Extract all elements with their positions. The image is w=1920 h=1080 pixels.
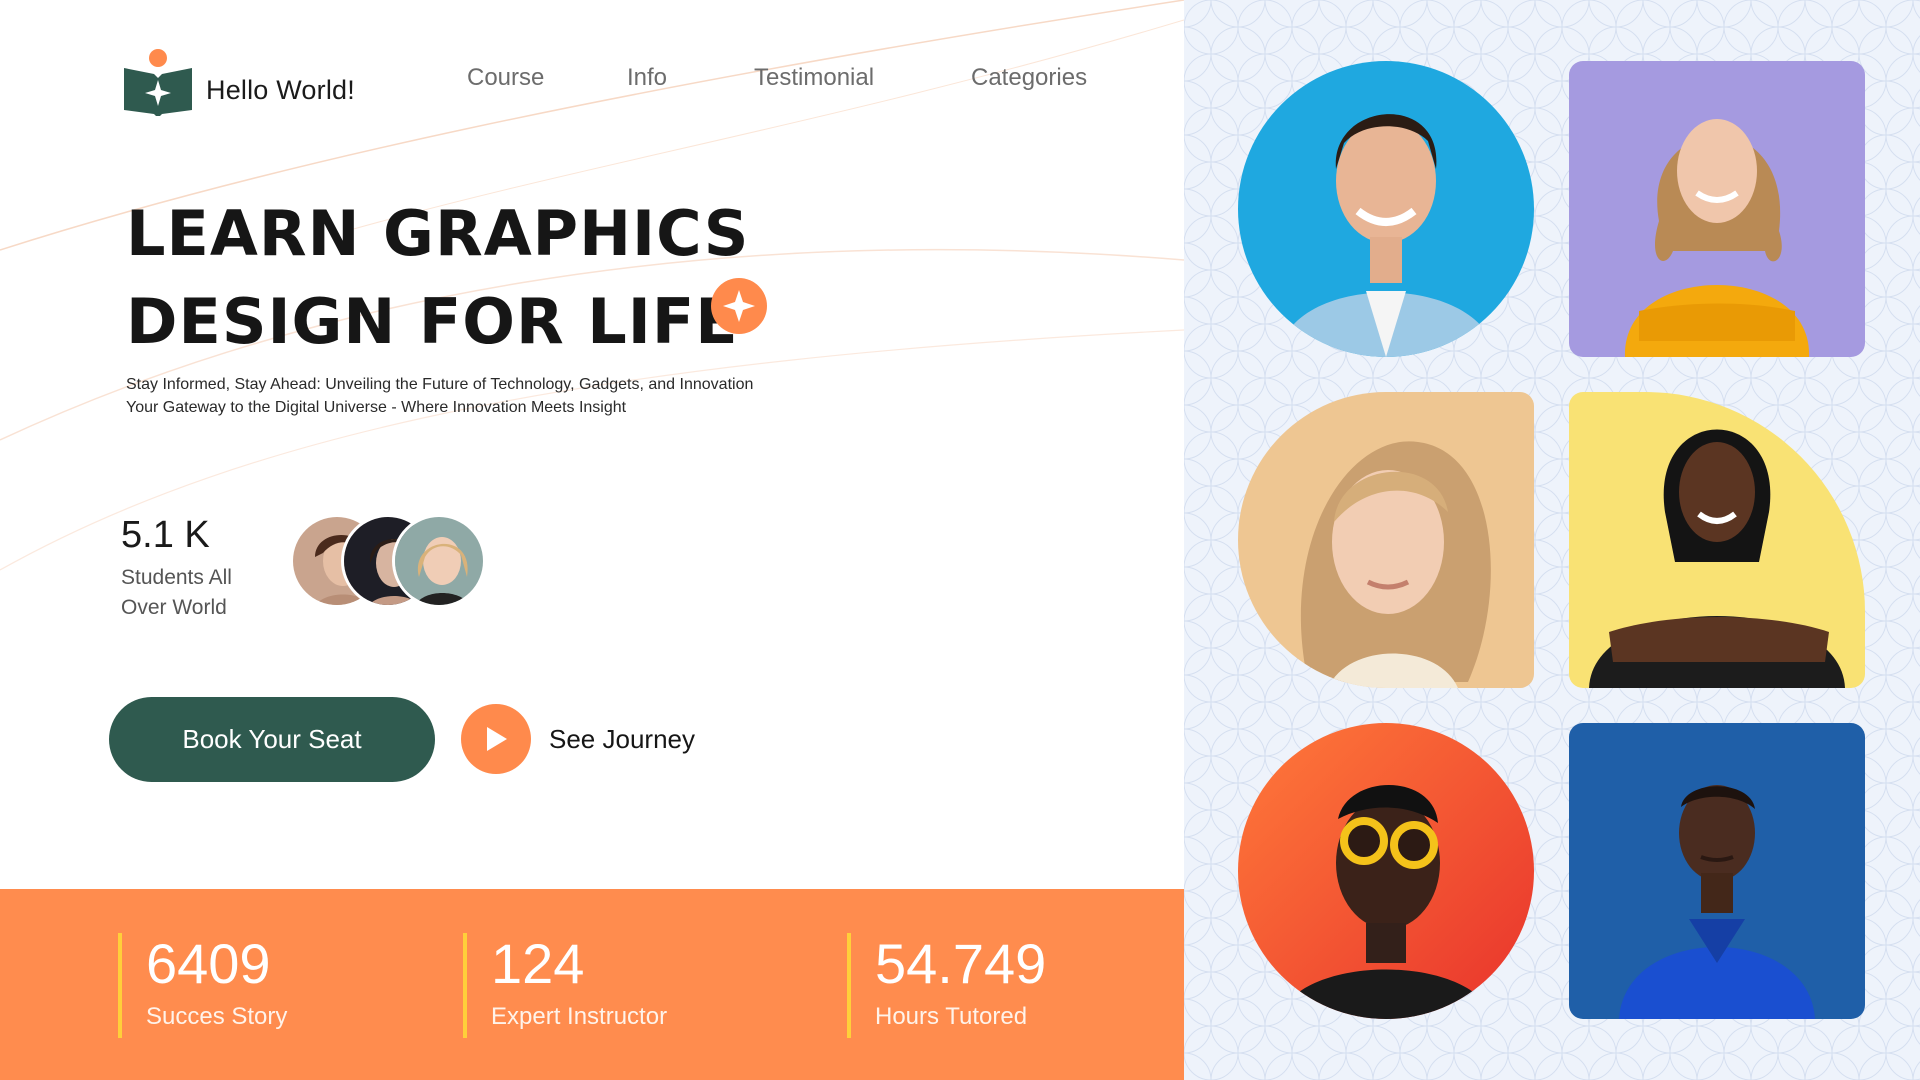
- photo-woman-yellow-sweater: [1569, 61, 1865, 357]
- stat-expert-instructor: 124 Expert Instructor: [463, 933, 667, 1038]
- stat-hours-tutored: 54.749 Hours Tutored: [847, 933, 1046, 1038]
- see-journey-label: See Journey: [549, 723, 695, 754]
- student-avatars: [290, 514, 510, 608]
- nav-item-categories[interactable]: Categories: [971, 64, 1087, 92]
- stat-value: 54.749: [875, 932, 1047, 995]
- stat-label: Expert Instructor: [491, 1003, 668, 1030]
- stat-value: 124: [491, 932, 585, 995]
- nav-item-testimonial[interactable]: Testimonial: [754, 64, 874, 92]
- stat-label: Hours Tutored: [875, 1003, 1028, 1030]
- stat-success-story: 6409 Succes Story: [118, 933, 287, 1038]
- photo-man-sunglasses: [1238, 723, 1534, 1019]
- open-book-sparkle-icon: [124, 48, 192, 118]
- sparkle-icon: [711, 278, 767, 334]
- book-your-seat-button[interactable]: Book Your Seat: [109, 697, 435, 782]
- photo-woman-blonde: [1238, 392, 1534, 688]
- title-line-1: LEARN GRAPHICS: [126, 197, 750, 270]
- see-journey-button[interactable]: See Journey: [461, 704, 721, 774]
- photo-man-blue-shirt: [1569, 723, 1865, 1019]
- students-label: Students All Over World: [121, 566, 232, 619]
- stat-value: 6409: [146, 932, 271, 995]
- students-stat: 5.1 K Students All Over World: [121, 514, 261, 623]
- avatar: [392, 514, 486, 608]
- stats-bar: 6409 Succes Story 124 Expert Instructor …: [0, 889, 1184, 1080]
- subtitle-line-1: Stay Informed, Stay Ahead: Unveiling the…: [126, 376, 754, 393]
- nav-item-course[interactable]: Course: [467, 64, 544, 92]
- nav-item-info[interactable]: Info: [627, 64, 667, 92]
- photo-gallery-panel: [1184, 0, 1920, 1080]
- stat-label: Succes Story: [146, 1003, 288, 1030]
- title-line-2: DESIGN FOR LIFE: [126, 285, 739, 358]
- students-count: 5.1 K: [121, 514, 210, 556]
- hero-subtitle: Stay Informed, Stay Ahead: Unveiling the…: [126, 373, 766, 419]
- brand-name: Hello World!: [206, 75, 355, 105]
- subtitle-line-2: Your Gateway to the Digital Universe - W…: [126, 399, 627, 416]
- photo-man-smiling: [1238, 61, 1534, 357]
- play-icon[interactable]: [461, 704, 531, 774]
- page-title: LEARN GRAPHICS DESIGN FOR LIFE: [126, 190, 749, 366]
- brand-logo[interactable]: Hello World!: [124, 48, 384, 118]
- hero-panel: Hello World! Course Info Testimonial Cat…: [0, 0, 1184, 1080]
- landing-page: Hello World! Course Info Testimonial Cat…: [0, 0, 1920, 1080]
